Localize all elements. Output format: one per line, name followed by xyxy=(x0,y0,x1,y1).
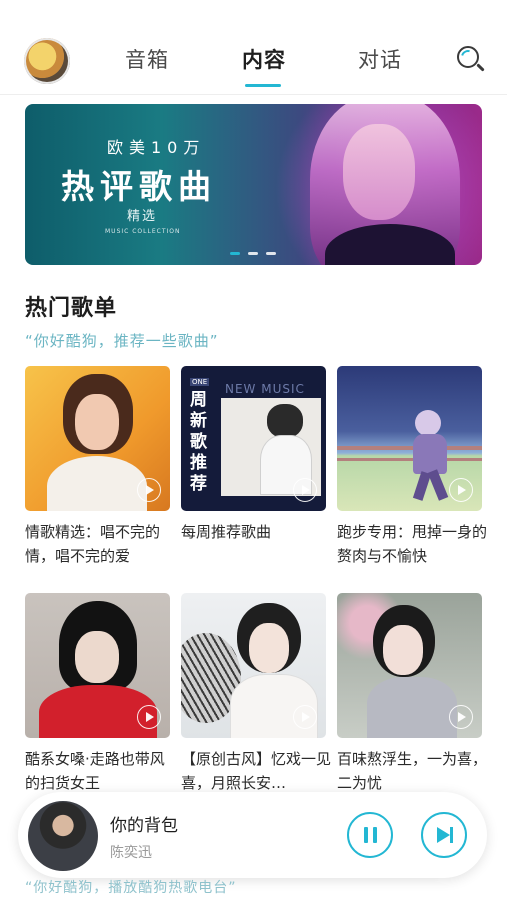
pause-button[interactable] xyxy=(347,812,393,858)
now-playing-cover[interactable] xyxy=(28,801,98,871)
tab-content[interactable]: 内容 xyxy=(242,44,286,74)
mini-player[interactable]: 你的背包 陈奕迅 xyxy=(18,792,487,878)
section-title: 热门歌单 xyxy=(25,296,118,321)
playlist-title: 每周推荐歌曲 xyxy=(181,523,272,541)
voice-hint: “你好酷狗，播放酷狗热歌电台” xyxy=(25,880,237,896)
playlist-cover[interactable] xyxy=(337,593,482,738)
banner-subtitle: 欧美10万 xyxy=(107,138,206,157)
play-icon[interactable] xyxy=(449,478,473,502)
next-button[interactable] xyxy=(421,812,467,858)
banner-title: 热评歌曲 xyxy=(61,167,217,206)
search-button[interactable] xyxy=(455,44,487,76)
top-bar: 音箱 内容 对话 xyxy=(0,0,507,94)
section-voice-hint: “你好酷狗，推荐一些歌曲” xyxy=(25,332,219,350)
playlist-cover[interactable]: NEW MUSIC ONE 周新歌推荐 xyxy=(181,366,326,511)
play-icon[interactable] xyxy=(293,478,317,502)
tab-bar: 音箱 内容 对话 xyxy=(0,44,507,88)
cover-badge: ONE xyxy=(190,378,210,386)
now-playing-title: 你的背包 xyxy=(110,816,178,836)
banner-tag: 精选 xyxy=(127,209,158,224)
pagination-dot[interactable] xyxy=(266,252,276,255)
cover-side-text: 周新歌推荐 xyxy=(190,390,207,494)
play-icon[interactable] xyxy=(137,705,161,729)
playlist-cover[interactable] xyxy=(25,593,170,738)
active-tab-indicator xyxy=(245,84,281,87)
play-icon[interactable] xyxy=(449,705,473,729)
play-icon[interactable] xyxy=(293,705,317,729)
banner-small-text: MUSIC COLLECTION xyxy=(105,228,181,235)
header-divider xyxy=(0,94,507,95)
pagination-dot-active[interactable] xyxy=(230,252,240,255)
playlist-cover[interactable] xyxy=(337,366,482,511)
playlist-title: 情歌精选：唱不完的情，唱不完的爱 xyxy=(25,523,161,565)
pagination-dot[interactable] xyxy=(248,252,258,255)
promo-banner[interactable]: 欧美10万 热评歌曲 精选 MUSIC COLLECTION xyxy=(25,104,482,265)
play-icon[interactable] xyxy=(137,478,161,502)
playlist-title: 【原创古风】忆戏一见喜，月照长安… xyxy=(181,750,332,792)
playlist-title: 跑步专用：甩掉一身的赘肉与不愉快 xyxy=(337,523,488,565)
playlist-cover[interactable] xyxy=(181,593,326,738)
playlist-title: 百味熬浮生，一为喜，二为忧 xyxy=(337,750,488,792)
now-playing-artist: 陈奕迅 xyxy=(110,845,152,861)
tab-speaker[interactable]: 音箱 xyxy=(125,44,169,74)
playlist-cover[interactable] xyxy=(25,366,170,511)
playlist-title: 酷系女嗓·走路也带风的扫货女王 xyxy=(25,750,165,792)
cover-top-text: NEW MUSIC xyxy=(225,382,305,396)
banner-portrait-face xyxy=(343,124,415,220)
tab-dialog[interactable]: 对话 xyxy=(358,44,402,74)
